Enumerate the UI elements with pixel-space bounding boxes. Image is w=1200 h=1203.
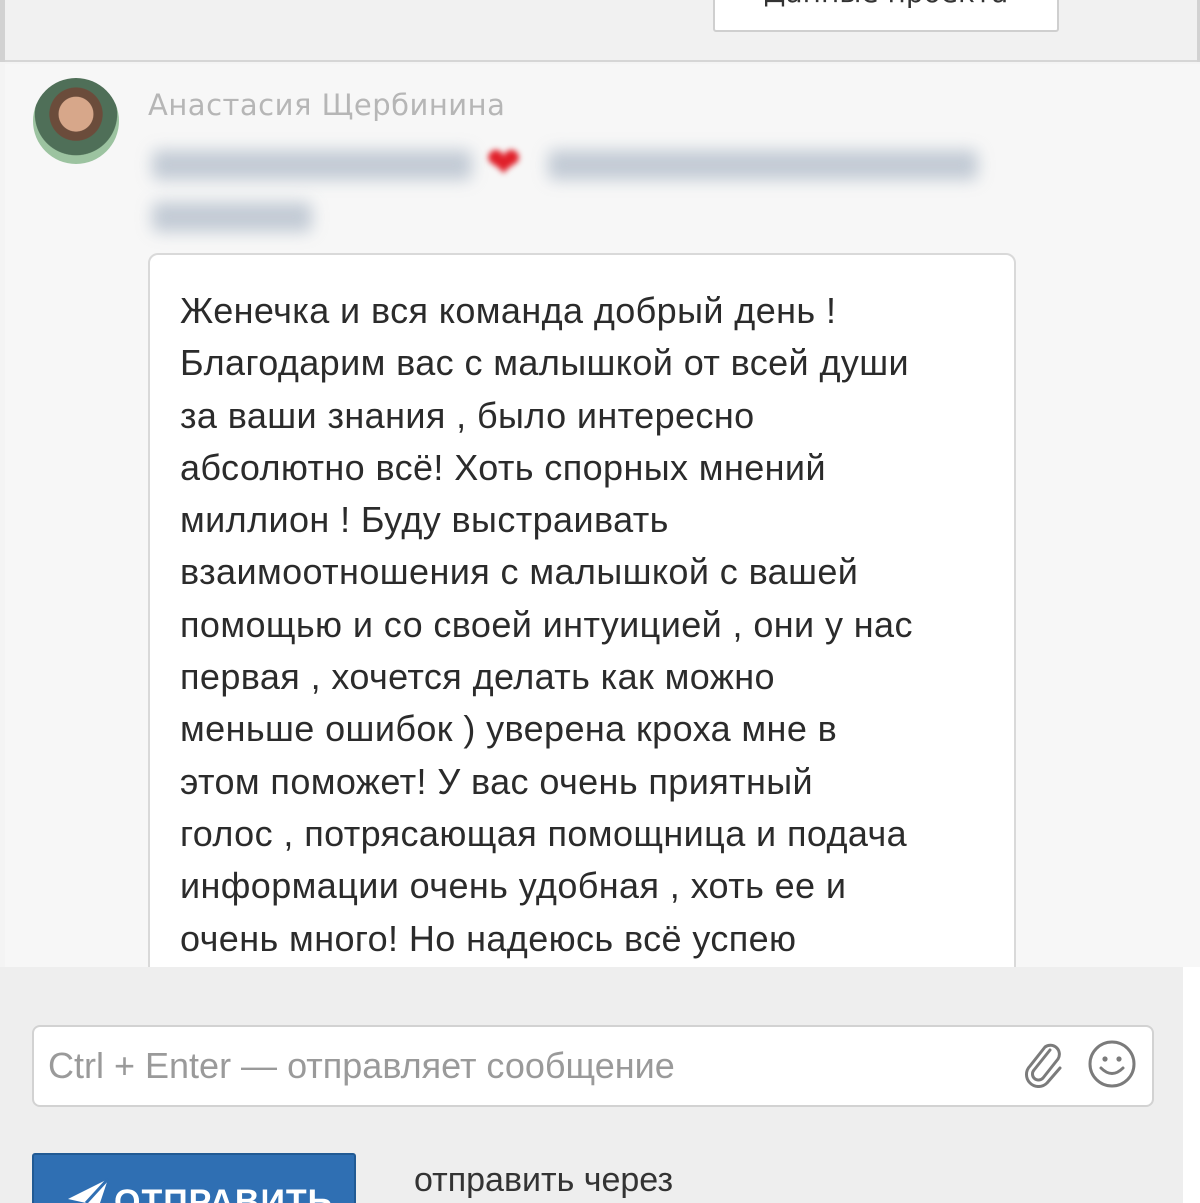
smiley-icon[interactable] [1086, 1038, 1138, 1090]
blurred-text [548, 150, 978, 180]
paperclip-icon[interactable] [1020, 1040, 1068, 1088]
project-data-button[interactable]: Данные проекта [713, 0, 1059, 32]
heart-icon: ❤ [486, 138, 522, 187]
frame-border-right [1183, 967, 1200, 1203]
message-input[interactable] [32, 1025, 1154, 1107]
message-bubble: Женечка и вся команда добрый день ! Благ… [148, 253, 1016, 967]
send-via-label[interactable]: отправить через [414, 1161, 673, 1200]
message-text: Женечка и вся команда добрый день ! Благ… [180, 290, 913, 959]
send-button[interactable]: ОТПРАВИТЬ [32, 1153, 356, 1203]
send-button-label: ОТПРАВИТЬ [114, 1183, 334, 1203]
top-bar: Данные проекта [0, 0, 1200, 62]
message-feed[interactable]: Анастасия Щербинина ❤ Женечка и вся кома… [5, 64, 1200, 967]
project-data-button-label: Данные проекта [715, 0, 1057, 9]
composer: ОТПРАВИТЬ отправить через [0, 967, 1200, 1203]
paper-plane-icon [68, 1177, 110, 1203]
avatar[interactable] [33, 78, 119, 164]
frame-border-left [0, 0, 5, 62]
blurred-text [152, 150, 472, 180]
author-name[interactable]: Анастасия Щербинина [148, 88, 505, 122]
blurred-text [152, 202, 312, 232]
app-window: Данные проекта Анастасия Щербинина ❤ Жен… [0, 0, 1200, 1203]
message-preview-blurred: ❤ [148, 138, 998, 248]
